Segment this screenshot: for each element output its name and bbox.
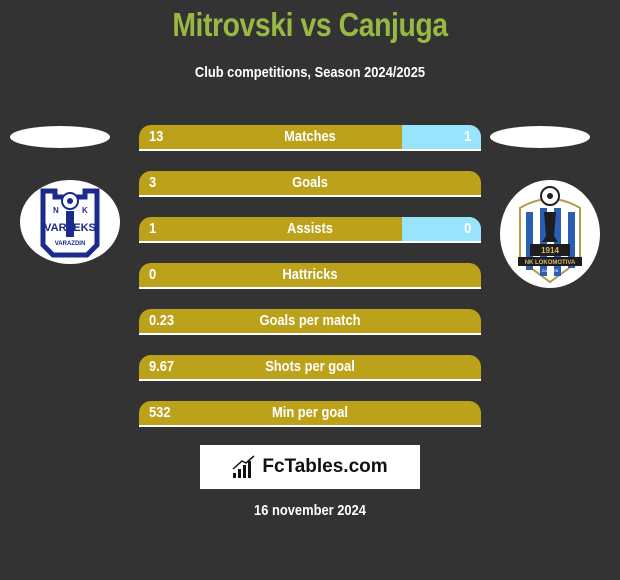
left-value: 13 [149,128,164,145]
stat-row-min-per-goal: 532 Min per goal [139,401,481,427]
stat-row-goals: 3 Goals [139,171,481,197]
logo-year: 1914 [541,246,559,255]
stat-label: Matches [284,128,336,145]
logo-name: NK LOKOMOTIVA [525,260,576,266]
logo-letter-n: N [53,206,59,215]
right-value: 1 [463,128,471,145]
left-team-logo: N K VARTEKS VARAZDIN [20,180,120,264]
stat-label: Goals [292,174,328,191]
right-player-placeholder [490,126,590,148]
logo-city: ZAGREB [542,268,559,273]
varteks-crest-icon: N K VARTEKS VARAZDIN [40,188,100,258]
right-team-logo: 1914 NK LOKOMOTIVA ZAGREB [500,180,600,288]
left-player-placeholder [10,126,110,148]
logo-name: VARTEKS [44,222,96,234]
logo-city: VARAZDIN [55,241,86,247]
stat-label: Shots per goal [265,358,355,375]
stat-row-hattricks: 0 Hattricks [139,263,481,289]
brand-name: FcTables.com [262,456,388,477]
stat-label: Assists [287,220,333,237]
season-subtitle: Club competitions, Season 2024/2025 [194,64,426,81]
stat-row-assists: 1 Assists 0 [139,217,481,243]
stat-label: Min per goal [272,404,348,421]
page-title: Mitrovski vs Canjuga [172,6,448,43]
lokomotiva-crest-icon: 1914 NK LOKOMOTIVA ZAGREB [518,186,582,284]
fctables-brand-banner[interactable]: FcTables.com [200,445,420,489]
left-value: 0 [149,266,157,283]
bar-chart-icon [232,455,255,478]
stat-label: Goals per match [259,312,361,329]
stat-row-shots-per-goal: 9.67 Shots per goal [139,355,481,381]
logo-letter-k: K [82,206,88,215]
left-value: 3 [149,174,157,191]
stat-row-matches: 13 Matches 1 [139,125,481,151]
left-value: 1 [149,220,157,237]
stat-row-goals-per-match: 0.23 Goals per match [139,309,481,335]
stat-label: Hattricks [282,266,338,283]
right-value: 0 [463,220,471,237]
match-date: 16 november 2024 [254,502,366,519]
